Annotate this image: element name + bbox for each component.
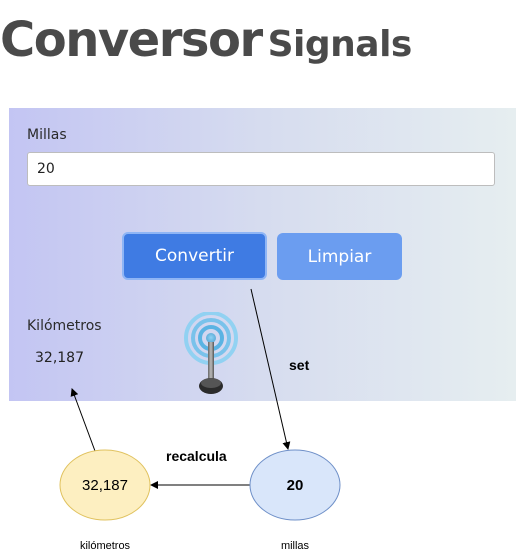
convert-button[interactable]: Convertir [122,232,267,280]
miles-node [249,449,341,521]
recalc-label: recalcula [166,448,227,464]
miles-node-value: 20 [287,477,304,494]
converter-card: Millas Convertir Limpiar Kilómetros 32,1… [9,108,516,401]
page-title-sub: Signals [267,24,413,65]
clear-button[interactable]: Limpiar [277,233,402,280]
km-node [59,449,151,521]
km-node-value: 32,187 [82,477,128,494]
miles-label: Millas [27,127,67,143]
km-node-caption: kilómetros [80,540,131,552]
antenna-signal-icon [184,312,238,394]
page: ConversorSignals Millas Convertir Limpia… [0,0,525,560]
miles-input[interactable] [27,152,495,186]
page-title: Conversor Signals [0,12,412,68]
page-title-main: Conversor [0,12,263,68]
miles-node-caption: millas [281,540,310,552]
km-value: 32,187 [35,350,84,366]
km-label: Kilómetros [27,318,102,334]
